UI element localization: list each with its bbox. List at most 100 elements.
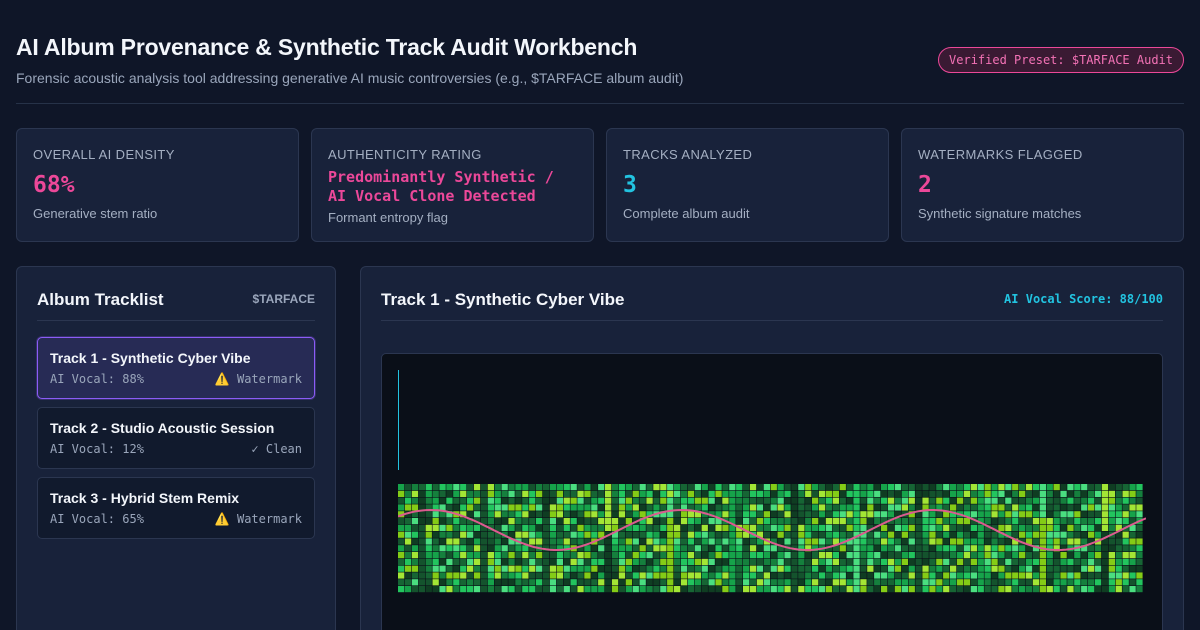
spectrogram-cell bbox=[694, 531, 701, 538]
spectrogram-cell bbox=[818, 497, 826, 504]
spectrogram-cell bbox=[501, 565, 508, 572]
spectrogram-cell bbox=[625, 484, 632, 491]
spectrogram-cell bbox=[687, 518, 695, 525]
spectrogram-cell bbox=[529, 524, 536, 531]
spectrogram-cell bbox=[446, 518, 453, 525]
spectrogram-cell bbox=[784, 552, 791, 559]
spectrogram-cell bbox=[453, 558, 460, 565]
spectrogram-cell bbox=[950, 545, 957, 552]
spectrogram-cell bbox=[743, 579, 750, 586]
spectrogram-cell bbox=[549, 524, 557, 531]
spectrogram-cell bbox=[598, 579, 605, 586]
spectrogram-cell bbox=[556, 552, 563, 559]
spectrogram-cell bbox=[1088, 504, 1095, 511]
spectrogram-cell bbox=[618, 504, 626, 511]
spectrogram-cell bbox=[418, 524, 425, 531]
spectrogram-cell bbox=[680, 531, 688, 538]
track-item-3[interactable]: Track 3 - Hybrid Stem Remix AI Vocal: 65… bbox=[37, 477, 315, 539]
spectrogram-cell bbox=[770, 552, 777, 559]
spectrogram-cell bbox=[1081, 558, 1088, 565]
spectrogram-cell bbox=[1025, 586, 1033, 593]
spectrogram-cell bbox=[736, 490, 743, 497]
spectrogram-cell bbox=[701, 531, 708, 538]
spectrogram-cell bbox=[791, 552, 798, 559]
spectrogram-cell bbox=[501, 538, 508, 545]
spectrogram-cell bbox=[1005, 518, 1012, 525]
spectrogram-cell bbox=[439, 484, 446, 491]
spectrogram-cell bbox=[1032, 484, 1040, 491]
spectrogram-cell bbox=[777, 511, 784, 518]
track-status-label: Watermark bbox=[236, 372, 302, 386]
spectrogram-cell bbox=[784, 538, 791, 545]
spectrogram-cell bbox=[963, 484, 971, 491]
spectrogram-cell bbox=[591, 504, 598, 511]
spectrogram-cell bbox=[549, 484, 557, 491]
spectrogram-cell bbox=[1053, 511, 1060, 518]
spectrogram-cell bbox=[729, 538, 736, 545]
spectrogram-cell bbox=[639, 531, 646, 538]
spectrogram-cell bbox=[404, 545, 412, 552]
spectrogram-cell bbox=[646, 484, 653, 491]
spectrogram-cell bbox=[598, 518, 605, 525]
spectrogram-cell bbox=[770, 558, 777, 565]
spectrogram-cell bbox=[411, 484, 419, 491]
spectrogram-cell bbox=[660, 497, 667, 504]
spectrogram-cell bbox=[722, 579, 729, 586]
spectrogram-cell bbox=[522, 490, 529, 497]
spectrogram-cell bbox=[874, 497, 881, 504]
spectrogram-cell bbox=[515, 490, 522, 497]
spectrogram-cell bbox=[936, 511, 943, 518]
spectrogram-cell bbox=[1122, 490, 1129, 497]
spectrogram-cell bbox=[398, 484, 405, 491]
spectrogram-cell bbox=[625, 538, 632, 545]
spectrogram-cell bbox=[446, 572, 453, 579]
spectrogram-cell bbox=[770, 524, 777, 531]
spectrogram-cell bbox=[798, 511, 805, 518]
spectrogram-cell bbox=[936, 579, 943, 586]
stat-sub: Synthetic signature matches bbox=[918, 206, 1082, 221]
spectrogram-cell bbox=[743, 586, 750, 593]
spectrogram-cell bbox=[756, 518, 764, 525]
spectrogram-cell bbox=[777, 579, 784, 586]
spectrogram-cell bbox=[991, 531, 998, 538]
spectrogram-cell bbox=[584, 552, 591, 559]
spectrogram-cell bbox=[687, 558, 695, 565]
spectrogram-cell bbox=[625, 586, 632, 593]
spectrogram-cell bbox=[991, 545, 998, 552]
track-item-1[interactable]: Track 1 - Synthetic Cyber Vibe AI Vocal:… bbox=[37, 337, 315, 399]
spectrogram-cell bbox=[1108, 586, 1115, 593]
spectrogram-cell bbox=[950, 490, 957, 497]
spectrogram-cell bbox=[1053, 558, 1060, 565]
spectrogram-cell bbox=[501, 545, 508, 552]
spectrogram-cell bbox=[729, 579, 736, 586]
spectrogram-view[interactable] bbox=[381, 353, 1163, 630]
spectrogram-cell bbox=[1081, 518, 1088, 525]
spectrogram-cell bbox=[1012, 572, 1019, 579]
spectrogram-cell bbox=[1088, 545, 1095, 552]
spectrogram-cell bbox=[674, 490, 681, 497]
spectrogram-cell bbox=[1019, 490, 1026, 497]
spectrogram-cell bbox=[1129, 490, 1136, 497]
spectrogram-cell bbox=[881, 558, 888, 565]
spectrogram-cell bbox=[1088, 511, 1095, 518]
spectrogram-cell bbox=[950, 538, 957, 545]
spectrogram-cell bbox=[515, 552, 522, 559]
spectrogram-cell bbox=[943, 579, 950, 586]
spectrogram-cell bbox=[901, 538, 908, 545]
spectrogram-cell bbox=[784, 518, 791, 525]
spectrogram-cell bbox=[432, 484, 439, 491]
spectrogram-cell bbox=[501, 511, 508, 518]
preset-badge[interactable]: Verified Preset: $TARFACE Audit bbox=[938, 47, 1184, 73]
spectrogram-cell bbox=[977, 497, 984, 504]
spectrogram-cell bbox=[984, 518, 991, 525]
spectrogram-cell bbox=[1115, 511, 1122, 518]
spectrogram-cell bbox=[791, 490, 798, 497]
spectrogram-cell bbox=[763, 558, 770, 565]
spectrogram-cell bbox=[860, 518, 867, 525]
spectrogram-cell bbox=[701, 497, 708, 504]
playhead-cursor[interactable] bbox=[398, 370, 399, 470]
spectrogram-cell bbox=[984, 497, 991, 504]
spectrogram-cell bbox=[674, 484, 681, 491]
track-item-2[interactable]: Track 2 - Studio Acoustic Session AI Voc… bbox=[37, 407, 315, 469]
spectrogram-cell bbox=[956, 490, 964, 497]
